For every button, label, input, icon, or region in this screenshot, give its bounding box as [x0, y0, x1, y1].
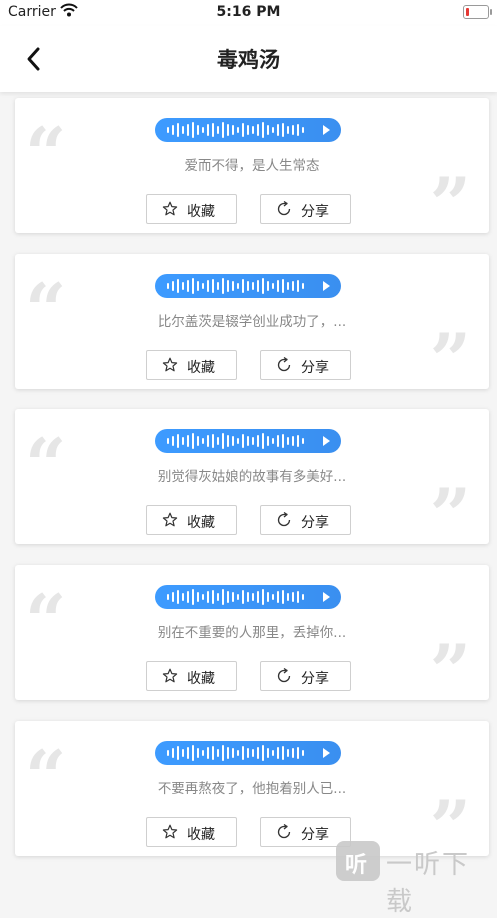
soundbite-text: 别觉得灰姑娘的故事有多美好...: [157, 469, 347, 485]
favorite-button[interactable]: 收藏: [146, 661, 237, 691]
audio-play-button[interactable]: [155, 274, 341, 298]
status-bar: Carrier 5:16 PM: [0, 0, 497, 26]
share-icon: [276, 511, 292, 532]
close-quote-icon: ”: [429, 317, 471, 402]
battery-icon: [463, 5, 492, 19]
share-icon: [276, 200, 292, 221]
share-button[interactable]: 分享: [260, 661, 351, 691]
soundbite-text: 比尔盖茨是辍学创业成功了，...: [157, 314, 347, 330]
play-icon: [323, 436, 330, 446]
star-icon: [162, 668, 178, 688]
audio-play-button[interactable]: [155, 585, 341, 609]
favorite-button[interactable]: 收藏: [146, 194, 237, 224]
soundbite-text: 别在不重要的人那里，丢掉你...: [157, 625, 347, 641]
soundbite-card[interactable]: “” 比尔盖茨是辍学创业成功了，... 收藏 分享: [15, 254, 489, 396]
star-icon: [162, 512, 178, 532]
watermark-logo: 听: [336, 841, 380, 881]
favorite-button[interactable]: 收藏: [146, 817, 237, 847]
soundbite-text: 爱而不得，是人生常态: [184, 158, 320, 174]
close-quote-icon: ”: [429, 472, 471, 557]
share-label: 分享: [301, 515, 329, 531]
star-icon: [162, 824, 178, 844]
play-icon: [323, 281, 330, 291]
share-label: 分享: [301, 360, 329, 376]
favorite-label: 收藏: [187, 515, 215, 531]
close-quote-icon: ”: [429, 161, 471, 246]
watermark: 听 一听下载: [336, 838, 497, 917]
favorite-label: 收藏: [187, 360, 215, 376]
star-icon: [162, 357, 178, 377]
navigation-bar: 毒鸡汤: [0, 26, 497, 92]
share-button[interactable]: 分享: [260, 505, 351, 535]
favorite-label: 收藏: [187, 204, 215, 220]
status-time: 5:16 PM: [216, 4, 281, 20]
share-icon: [276, 667, 292, 688]
page-title: 毒鸡汤: [217, 48, 280, 72]
share-button[interactable]: 分享: [260, 350, 351, 380]
share-icon: [276, 356, 292, 377]
play-icon: [323, 748, 330, 758]
play-icon: [323, 592, 330, 602]
audio-play-button[interactable]: [155, 741, 341, 765]
favorite-button[interactable]: 收藏: [146, 505, 237, 535]
watermark-text: 一听下载: [386, 850, 471, 917]
favorite-label: 收藏: [187, 827, 215, 843]
audio-play-button[interactable]: [155, 118, 341, 142]
soundbite-card[interactable]: “” 爱而不得，是人生常态 收藏 分享: [15, 98, 489, 240]
favorite-button[interactable]: 收藏: [146, 350, 237, 380]
soundbite-text: 不要再熬夜了，他抱着别人已...: [157, 781, 347, 797]
share-label: 分享: [301, 204, 329, 220]
share-icon: [276, 823, 292, 844]
share-label: 分享: [301, 671, 329, 687]
soundbite-list[interactable]: “” 爱而不得，是人生常态 收藏 分享 “” 比尔盖茨是辍学创业成功了，... 收藏 分享 “”…: [0, 92, 497, 883]
share-button[interactable]: 分享: [260, 194, 351, 224]
close-quote-icon: ”: [429, 628, 471, 713]
audio-play-button[interactable]: [155, 429, 341, 453]
star-icon: [162, 201, 178, 221]
share-label: 分享: [301, 827, 329, 843]
play-icon: [323, 125, 330, 135]
soundbite-card[interactable]: “” 不要再熬夜了，他抱着别人已... 收藏 分享: [15, 721, 489, 863]
soundbite-card[interactable]: “” 别在不重要的人那里，丢掉你... 收藏 分享: [15, 565, 489, 707]
soundbite-card[interactable]: “” 别觉得灰姑娘的故事有多美好... 收藏 分享: [15, 409, 489, 551]
favorite-label: 收藏: [187, 671, 215, 687]
